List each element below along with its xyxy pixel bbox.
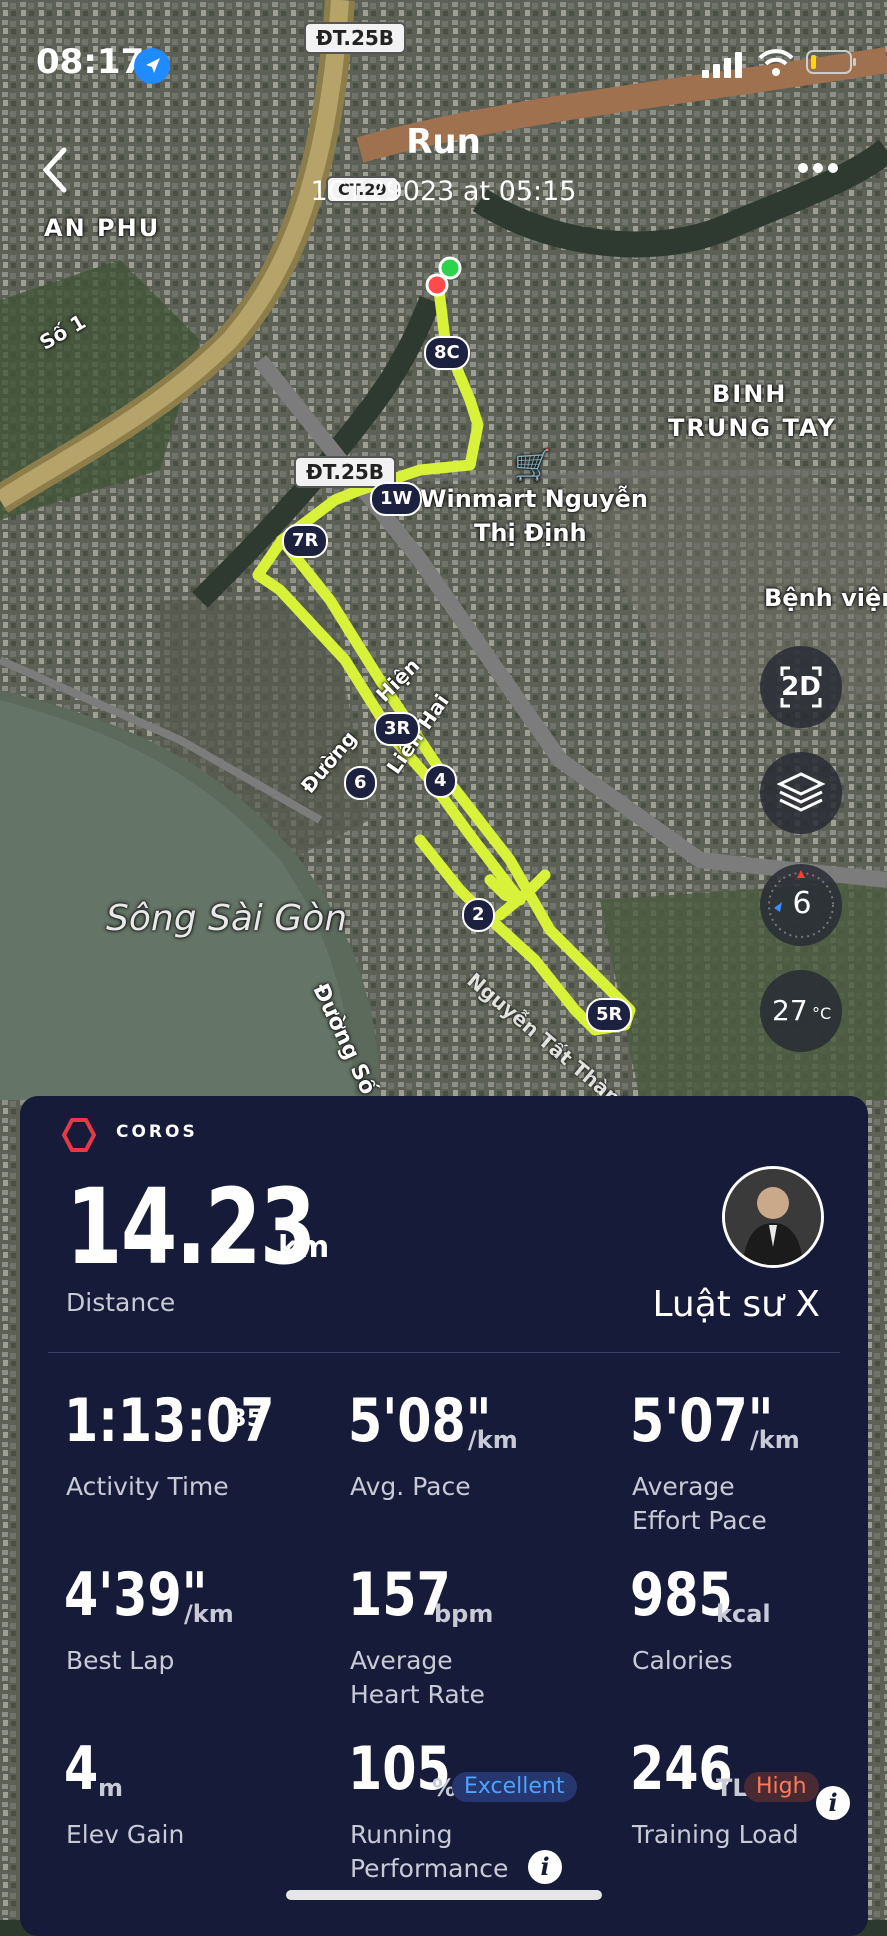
distance-unit: km (278, 1230, 330, 1265)
training-load-badge: High (744, 1772, 819, 1802)
lap-marker-2[interactable]: 2 (462, 898, 495, 932)
avatar[interactable] (722, 1166, 824, 1268)
elev-gain-value: 4 (64, 1734, 99, 1804)
best-lap-label: Best Lap (66, 1646, 175, 1675)
calories-unit: kcal (716, 1600, 771, 1628)
activity-date: 1CT.29023 at 05:15 (310, 176, 577, 207)
battery-icon (806, 50, 856, 74)
lap-marker-5r[interactable]: 5R (586, 998, 633, 1032)
running-performance-label-1: Running (350, 1820, 453, 1849)
best-lap-unit: /km (184, 1600, 234, 1628)
status-bar: 08:17 (0, 0, 887, 120)
map-label-benh-vien: Bệnh viện (764, 584, 887, 612)
divider (48, 1352, 840, 1353)
avg-pace-unit: /km (468, 1426, 518, 1454)
start-point (438, 256, 462, 280)
compass-button[interactable]: 6 (760, 864, 842, 946)
more-dot-icon (798, 163, 808, 173)
cart-icon: 🛒 (514, 448, 552, 483)
end-point (425, 273, 449, 297)
page-title: Run (406, 122, 481, 162)
lap-marker-7r[interactable]: 7R (282, 524, 329, 558)
map-label-binh: BINH (712, 380, 788, 408)
weather-badge: 27 °C (760, 970, 842, 1052)
layers-button[interactable] (760, 752, 842, 834)
effort-pace-unit: /km (750, 1426, 800, 1454)
lap-marker-3r[interactable]: 3R (374, 712, 421, 746)
lap-marker-6[interactable]: 6 (344, 766, 377, 800)
effort-pace-label-2: Effort Pace (632, 1506, 767, 1535)
lap-marker-8c[interactable]: 8C (424, 336, 470, 370)
distance-value: 14.23 (66, 1166, 316, 1288)
distance-label: Distance (66, 1288, 176, 1317)
coros-logo: COROS (58, 1118, 195, 1152)
wifi-icon (758, 49, 794, 76)
stats-panel: COROS 14.23 km Distance Luật sư X 1:13:0… (20, 1096, 868, 1936)
heart-rate-unit: bpm (434, 1600, 494, 1628)
lap-marker-4[interactable]: 4 (424, 764, 457, 798)
activity-time-label: Activity Time (66, 1472, 229, 1501)
map-label-trung-tay: TRUNG TAY (668, 414, 837, 442)
training-load-info-icon[interactable]: i (816, 1786, 850, 1820)
view-mode-toggle[interactable]: 2D (760, 646, 842, 728)
view-mode-label: 2D (781, 672, 821, 702)
temperature-value: 27 (772, 994, 808, 1027)
elev-gain-unit: m (98, 1774, 124, 1802)
heart-rate-label-2: Heart Rate (350, 1680, 485, 1709)
map-label-song-sai-gon: Sông Sài Gòn (106, 898, 348, 939)
effort-pace-label-1: Average (632, 1472, 735, 1501)
avatar-image (725, 1169, 821, 1265)
training-load-label: Training Load (632, 1820, 799, 1849)
brand-name: COROS (116, 1122, 198, 1142)
performance-badge: Excellent (452, 1772, 577, 1802)
temperature-unit: °C (812, 1004, 832, 1023)
elev-gain-label: Elev Gain (66, 1820, 185, 1849)
location-arrow-icon (134, 48, 170, 84)
signal-icon (702, 52, 742, 78)
running-performance-info-icon[interactable]: i (528, 1850, 562, 1884)
status-time: 08:17 (36, 42, 145, 82)
activity-time-sub: 35 (230, 1404, 264, 1432)
running-performance-label-2: Performance (350, 1854, 509, 1883)
user-name[interactable]: Luật sư X (652, 1284, 820, 1325)
lap-marker-1w[interactable]: 1W (370, 482, 423, 516)
layers-icon (776, 772, 826, 812)
map-label-winmart-2: Thị Định (474, 519, 587, 547)
avg-pace-label: Avg. Pace (350, 1472, 471, 1501)
heart-rate-label-1: Average (350, 1646, 453, 1675)
training-load-unit: TL (716, 1774, 748, 1802)
coros-logo-icon (61, 1118, 97, 1152)
map-label-an-phu: AN PHU (44, 214, 161, 242)
compass-value: 6 (792, 886, 812, 921)
home-indicator[interactable] (286, 1890, 602, 1900)
calories-label: Calories (632, 1646, 733, 1675)
map-label-winmart-1: Winmart Nguyễn (420, 485, 649, 513)
more-options-button[interactable] (798, 158, 846, 178)
